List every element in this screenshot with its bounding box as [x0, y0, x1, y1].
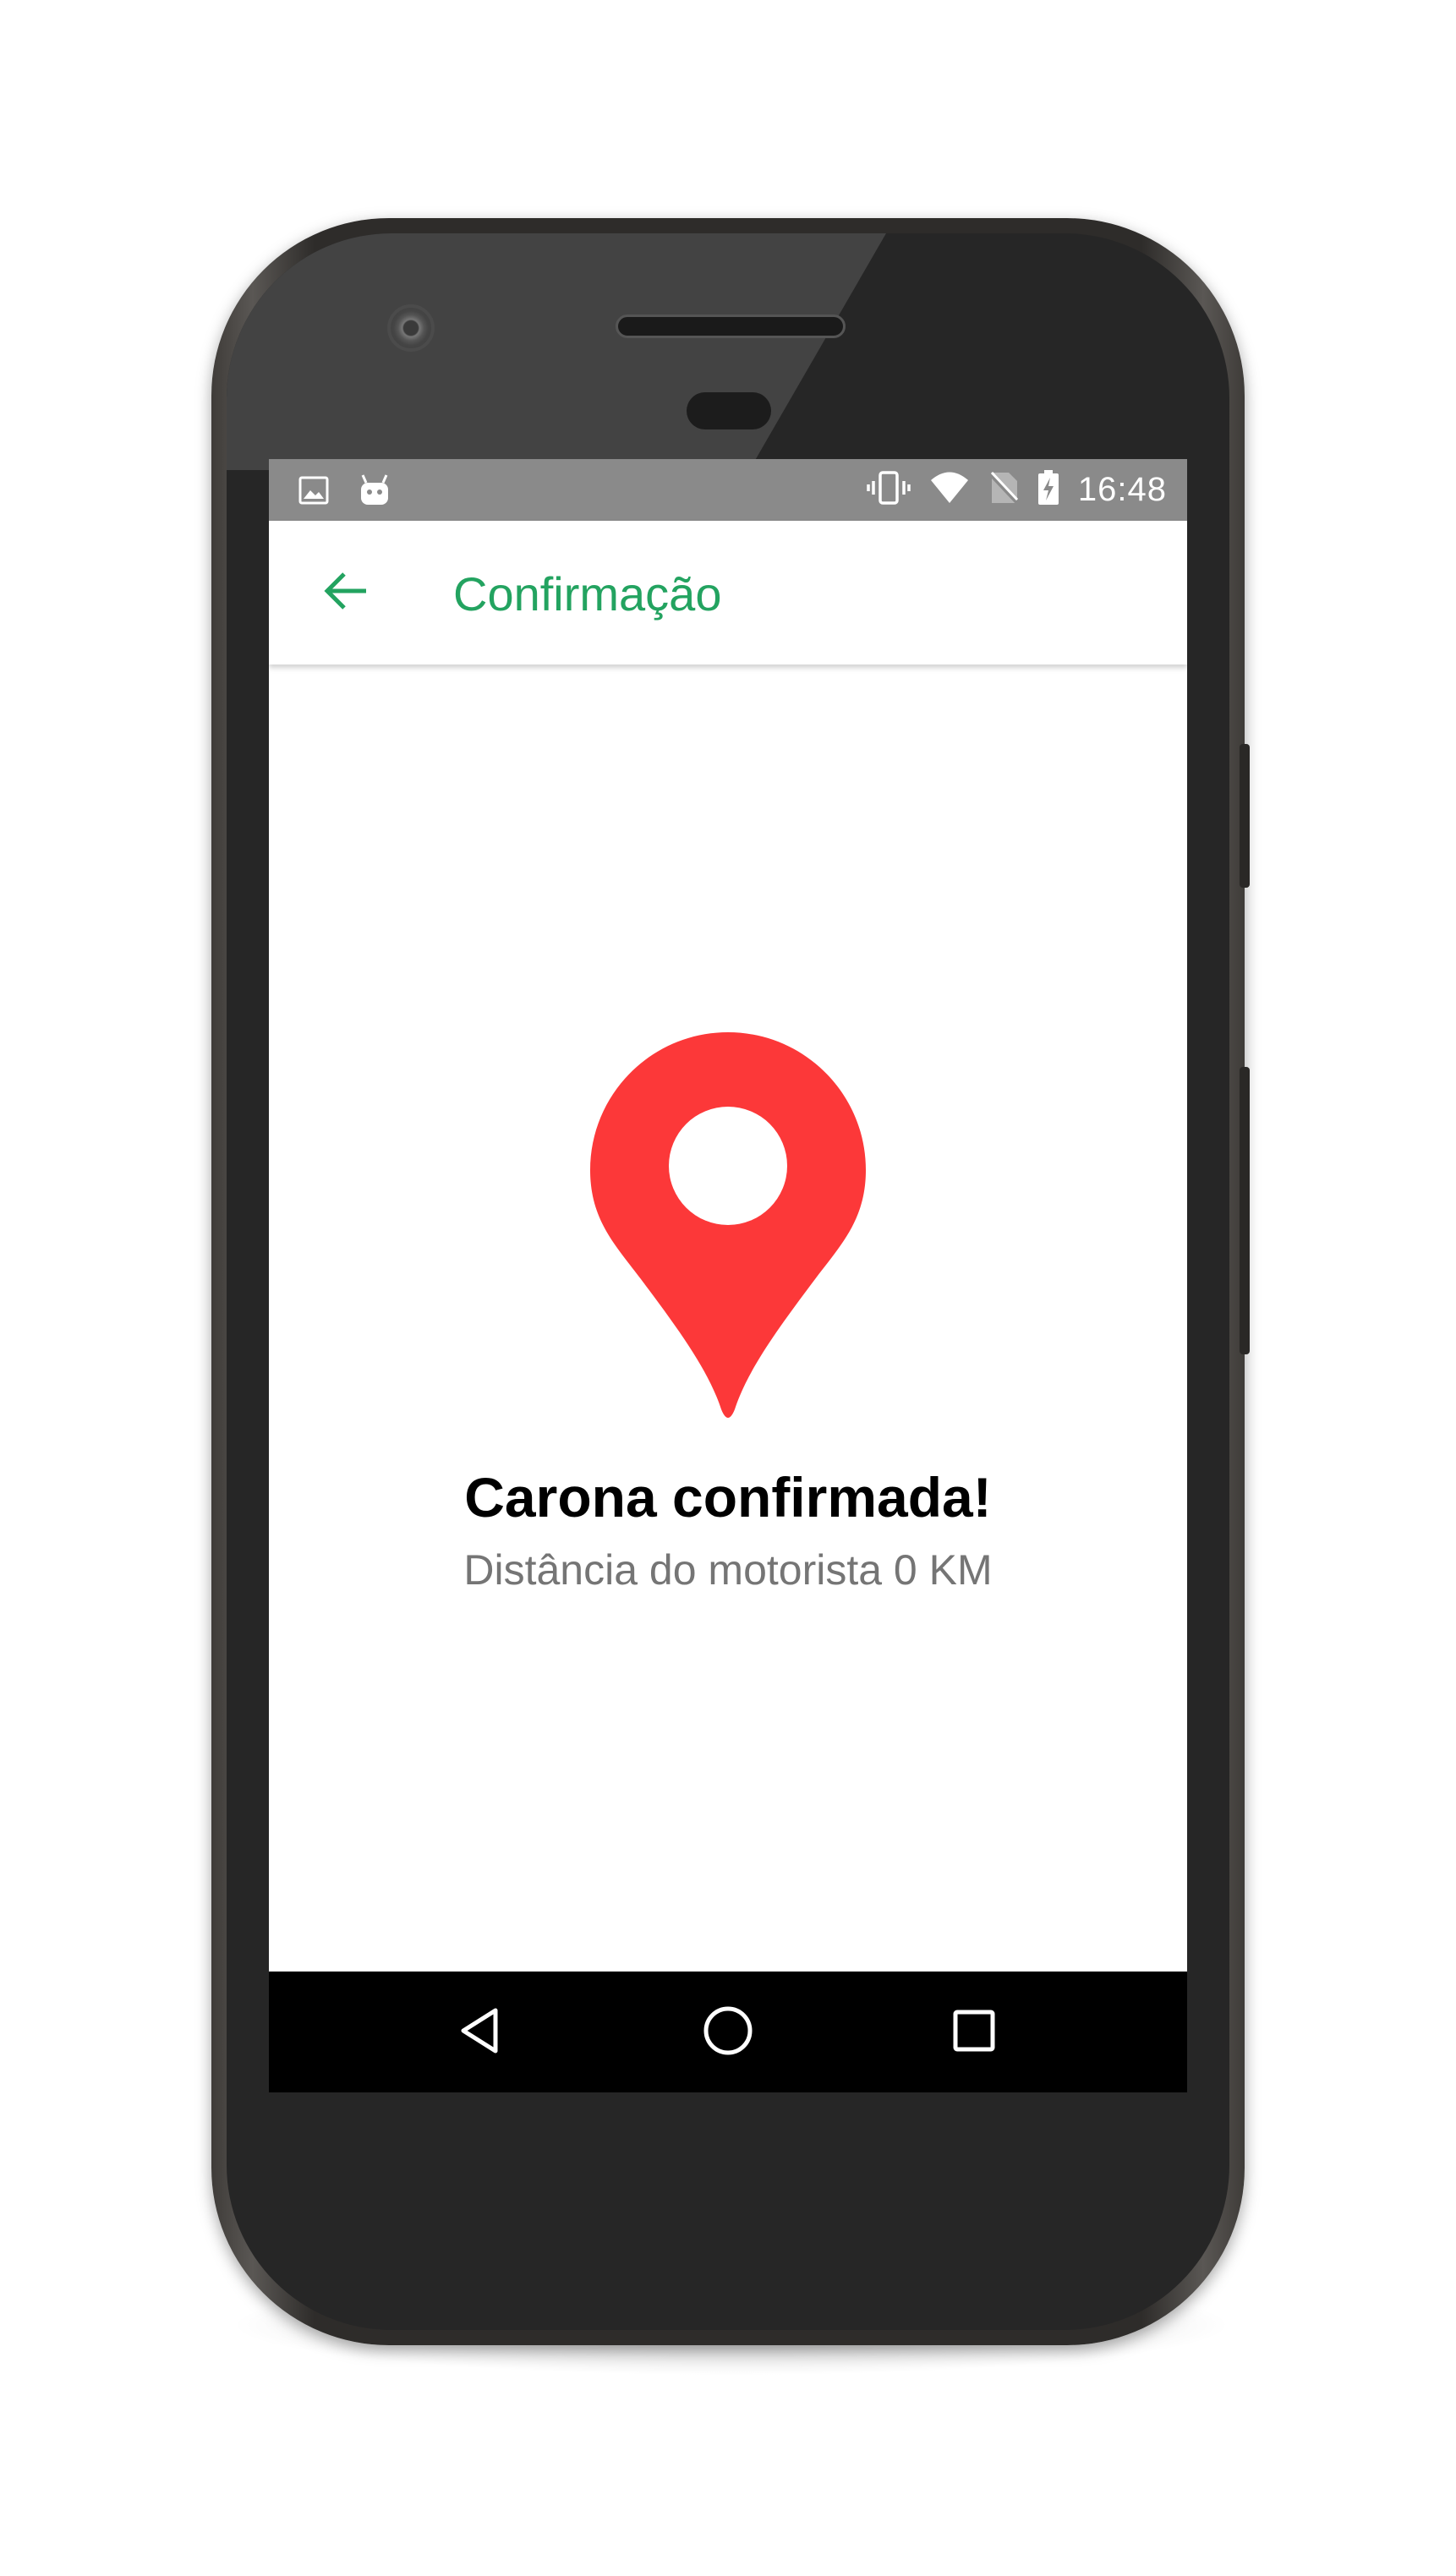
nav-home-button[interactable]	[696, 2000, 760, 2065]
nav-recents-button[interactable]	[942, 2000, 1006, 2065]
proximity-sensor	[687, 392, 771, 429]
no-sim-icon	[988, 471, 1019, 509]
status-bar: 16:48	[269, 459, 1187, 521]
back-triangle-icon	[455, 2005, 506, 2060]
recents-square-icon	[949, 2005, 999, 2060]
app-bar: Confirmação	[269, 521, 1187, 665]
confirmation-title: Carona confirmada!	[464, 1466, 992, 1529]
back-button[interactable]	[316, 563, 375, 622]
battery-charging-icon	[1037, 470, 1059, 510]
image-notification-icon	[298, 474, 330, 511]
driver-distance-text: Distância do motorista 0 KM	[463, 1546, 993, 1594]
status-time: 16:48	[1077, 471, 1167, 508]
nav-back-button[interactable]	[448, 2000, 512, 2065]
status-right-icons: 16:48	[867, 459, 1167, 521]
volume-rocker	[1240, 1067, 1250, 1354]
page-title: Confirmação	[453, 567, 722, 621]
front-camera	[387, 304, 435, 352]
arrow-left-icon	[320, 566, 371, 621]
vibrate-icon	[867, 471, 911, 509]
home-circle-icon	[701, 2004, 755, 2062]
wifi-icon	[929, 471, 970, 509]
status-left-icons	[298, 473, 391, 512]
power-button	[1240, 744, 1250, 888]
location-pin-icon	[590, 1032, 866, 1421]
android-notification-icon	[359, 473, 391, 512]
phone-screen: 16:48 Confirmação Carona confirmada! Dis…	[269, 459, 1187, 2092]
navigation-bar	[269, 1972, 1187, 2092]
earpiece-speaker	[616, 314, 846, 338]
